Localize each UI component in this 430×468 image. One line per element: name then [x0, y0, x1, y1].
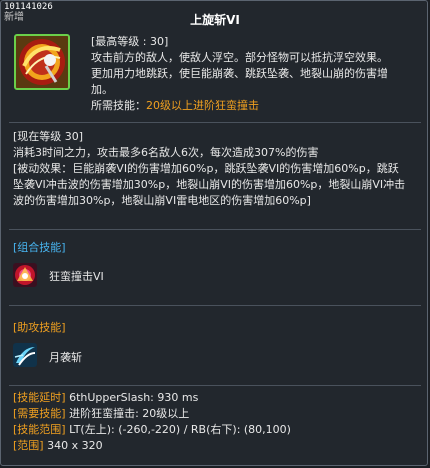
required-value: 进阶狂蛮撞击: 20级以上 [65, 407, 190, 420]
max-level-text: [最高等级 : 30] [91, 35, 169, 48]
desc-line: 更加用力地跳跃，使巨能崩袭、跳跃坠袭、地裂山崩的伤害增 [91, 67, 388, 80]
divider [9, 122, 421, 123]
delay-key: [技能延时] [13, 391, 66, 404]
combo-skill-name: 狂蛮撞击VI [49, 270, 104, 283]
delay-line: [技能延时] 6thUpperSlash: 930 ms [13, 390, 423, 406]
current-level-text: [现在等级 30] [13, 130, 84, 143]
combo-skill-title: [组合技能] [13, 241, 66, 254]
required-skill-line: 所需技能：20级以上进阶狂蛮撞击 [91, 98, 421, 114]
required-key: [需要技能] [13, 407, 66, 420]
fire-burst-icon[interactable] [13, 263, 37, 287]
required-skill-label: 所需技能： [91, 99, 146, 112]
divider [9, 385, 421, 386]
assist-skill-name: 月袭斩 [49, 351, 82, 364]
area-line: [范围] 340 x 320 [13, 438, 423, 454]
current-desc-line: 波的伤害增加30%p，地裂山崩VI雷电地区的伤害增加60%p] [13, 194, 311, 207]
area-key: [范围] [13, 439, 44, 452]
upper-slash-icon [14, 34, 70, 90]
current-desc-line: [被动效果：巨能崩袭VI的伤害增加60%p，跳跃坠袭VI的伤害增加60%p，跳跃 [13, 162, 399, 175]
skill-title: 上旋斩VI [190, 13, 240, 27]
range-key: [技能范围] [13, 423, 66, 436]
required-skill-value: 20级以上进阶狂蛮撞击 [146, 99, 259, 112]
skill-description: [最高等级 : 30] 攻击前方的敌人，使敌人浮空。部分怪物可以抵抗浮空效果。 … [91, 34, 421, 114]
desc-line: 攻击前方的敌人，使敌人浮空。部分怪物可以抵抗浮空效果。 [91, 51, 388, 64]
current-level-block: [现在等级 30] 消耗3时间之力，攻击最多6名敌人6次，每次造成307%的伤害… [13, 129, 423, 209]
delay-value: 6thUpperSlash: 930 ms [65, 391, 199, 404]
range-line: [技能范围] LT(左上): (-260,-220) / RB(右下): (80… [13, 422, 423, 438]
assist-skill-title: [助攻技能] [13, 321, 66, 334]
range-value: LT(左上): (-260,-220) / RB(右下): (80,100) [65, 423, 291, 436]
area-value: 340 x 320 [43, 439, 103, 452]
divider [9, 305, 421, 306]
desc-line: 加。 [91, 83, 113, 96]
current-desc-line: 消耗3时间之力，攻击最多6名敌人6次，每次造成307%的伤害 [13, 146, 319, 159]
current-desc-line: 坠袭VI冲击波的伤害增加30%p，地裂山崩VI的伤害增加60%p，地裂山崩VI冲… [13, 178, 406, 191]
skill-tooltip: 101141026 新增 上旋斩VI [最高等级 : 30] 攻击前方的敌人，使… [0, 0, 428, 466]
required-line: [需要技能] 进阶狂蛮撞击: 20级以上 [13, 406, 423, 422]
skill-info-block: [技能延时] 6thUpperSlash: 930 ms [需要技能] 进阶狂蛮… [13, 390, 423, 454]
divider [9, 229, 421, 230]
crescent-slash-icon[interactable] [13, 343, 37, 367]
